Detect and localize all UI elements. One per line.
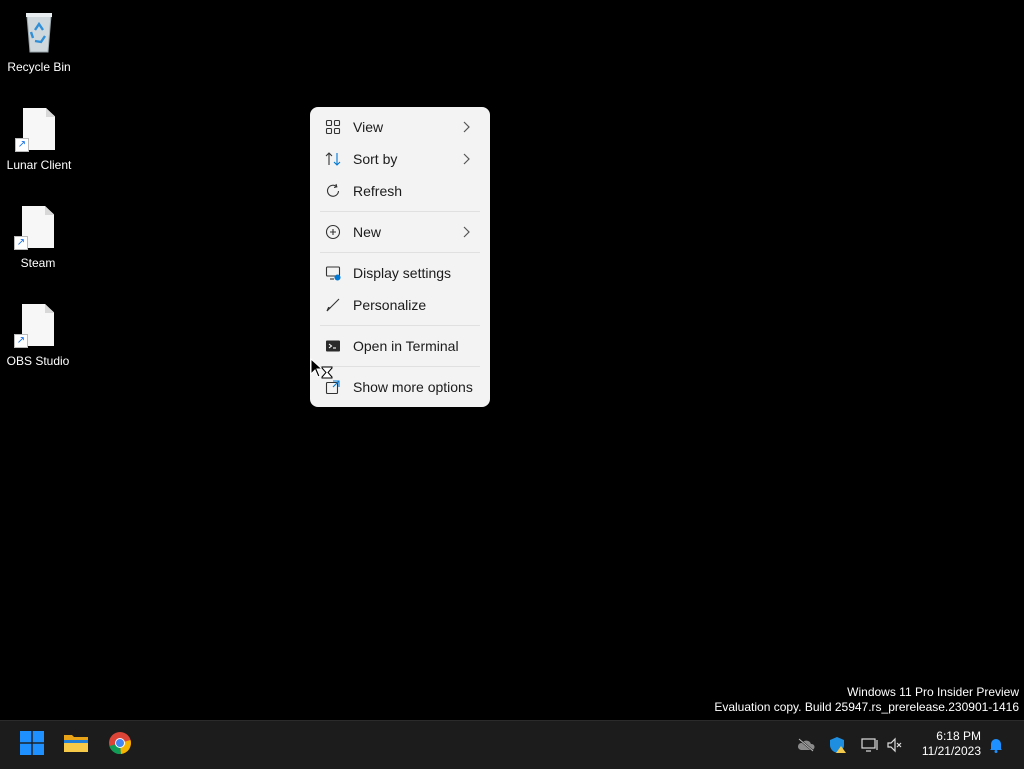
watermark-line2: Evaluation copy. Build 25947.rs_prerelea… xyxy=(714,700,1019,714)
menu-item-label: Personalize xyxy=(353,297,427,313)
plus-circle-icon xyxy=(324,223,342,241)
desktop-icon-label: Recycle Bin xyxy=(7,60,71,74)
file-shortcut-icon: ↗ xyxy=(14,302,62,350)
refresh-icon xyxy=(324,182,342,200)
menu-item-label: New xyxy=(353,224,382,240)
menu-item-label: Open in Terminal xyxy=(353,338,459,354)
desktop[interactable]: Recycle Bin ↗ Lunar Client ↗ Steam ↗ OBS… xyxy=(0,0,1024,720)
menu-item-view[interactable]: View xyxy=(314,112,486,142)
evaluation-watermark: Windows 11 Pro Insider Preview Evaluatio… xyxy=(714,685,1019,715)
menu-item-show-more-options[interactable]: Show more options xyxy=(314,372,486,402)
busy-cursor-icon xyxy=(310,357,334,385)
display-settings-icon xyxy=(324,264,342,282)
chrome-button[interactable] xyxy=(100,727,140,763)
menu-item-open-in-terminal[interactable]: Open in Terminal xyxy=(314,331,486,361)
notification-bell-icon[interactable] xyxy=(986,735,1006,755)
file-explorer-button[interactable] xyxy=(56,727,96,763)
network-icon[interactable] xyxy=(860,735,880,755)
taskbar: 6:18 PM 11/21/2023 xyxy=(0,720,1024,769)
start-button[interactable] xyxy=(12,727,52,763)
chevron-right-icon xyxy=(462,120,470,136)
security-warning-icon[interactable] xyxy=(828,735,848,755)
menu-item-display-settings[interactable]: Display settings xyxy=(314,258,486,288)
menu-separator xyxy=(320,211,480,212)
recycle-bin-icon xyxy=(15,8,63,56)
desktop-icon-steam[interactable]: ↗ Steam xyxy=(0,204,76,270)
taskbar-clock[interactable]: 6:18 PM 11/21/2023 xyxy=(922,729,981,759)
menu-item-label: Sort by xyxy=(353,151,398,167)
menu-item-label: View xyxy=(353,119,384,135)
desktop-icon-label: Lunar Client xyxy=(6,158,72,172)
menu-item-label: Display settings xyxy=(353,265,452,281)
clock-date: 11/21/2023 xyxy=(921,744,981,758)
shortcut-arrow-icon: ↗ xyxy=(14,236,28,250)
brush-icon xyxy=(324,296,342,314)
file-shortcut-icon: ↗ xyxy=(15,106,63,154)
volume-muted-icon[interactable] xyxy=(885,735,905,755)
menu-item-personalize[interactable]: Personalize xyxy=(314,290,486,320)
menu-item-sort-by[interactable]: Sort by xyxy=(314,144,486,174)
sort-icon xyxy=(324,150,342,168)
menu-separator xyxy=(320,252,480,253)
desktop-icon-lunar-client[interactable]: ↗ Lunar Client xyxy=(1,106,77,172)
menu-item-new[interactable]: New xyxy=(314,217,486,247)
menu-separator xyxy=(320,366,480,367)
desktop-icon-recycle-bin[interactable]: Recycle Bin xyxy=(1,8,77,74)
chrome-icon xyxy=(108,731,132,760)
terminal-icon xyxy=(324,337,342,355)
onedrive-icon[interactable] xyxy=(796,735,816,755)
shortcut-arrow-icon: ↗ xyxy=(14,334,28,348)
desktop-context-menu: View Sort by Refresh New Display setting… xyxy=(310,107,490,407)
menu-item-label: Show more options xyxy=(353,379,473,395)
desktop-icon-label: OBS Studio xyxy=(6,354,70,368)
chevron-right-icon xyxy=(462,225,470,241)
folder-icon xyxy=(63,732,89,759)
menu-separator xyxy=(320,325,480,326)
view-grid-icon xyxy=(324,118,342,136)
desktop-icon-label: Steam xyxy=(20,256,56,270)
watermark-line1: Windows 11 Pro Insider Preview xyxy=(847,685,1019,699)
menu-item-refresh[interactable]: Refresh xyxy=(314,176,486,206)
menu-item-label: Refresh xyxy=(353,183,403,199)
shortcut-arrow-icon: ↗ xyxy=(15,138,29,152)
windows-logo-icon xyxy=(20,730,44,760)
clock-time: 6:18 PM xyxy=(936,729,981,743)
desktop-icon-obs-studio[interactable]: ↗ OBS Studio xyxy=(0,302,76,368)
file-shortcut-icon: ↗ xyxy=(14,204,62,252)
chevron-right-icon xyxy=(462,152,470,168)
